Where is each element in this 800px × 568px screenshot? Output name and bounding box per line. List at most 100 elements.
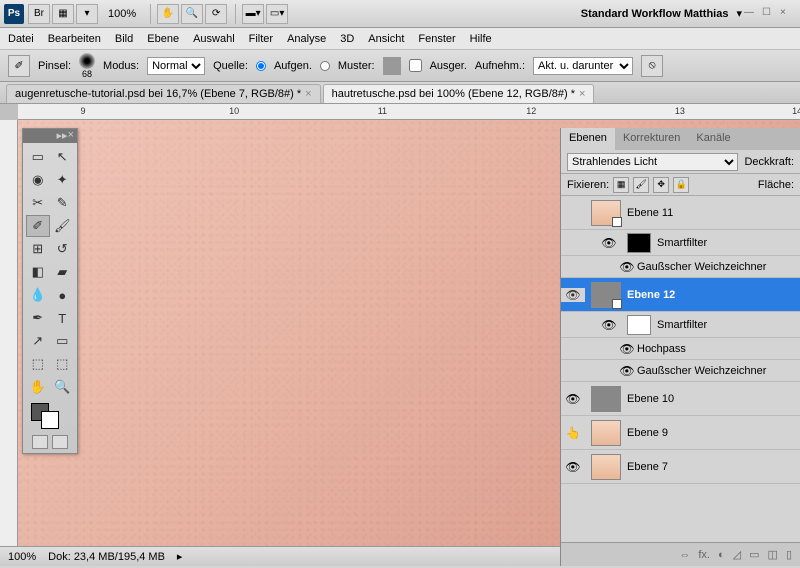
path-tool[interactable]: ↗ bbox=[26, 330, 50, 352]
menu-view[interactable]: Ansicht bbox=[368, 33, 404, 45]
fx-icon[interactable]: fx. bbox=[698, 549, 710, 561]
healing-brush-icon[interactable]: ✐ bbox=[8, 55, 30, 77]
bridge-button[interactable]: Br bbox=[28, 4, 50, 24]
layer-row[interactable]: 👆Ebene 9 bbox=[561, 416, 800, 450]
status-zoom[interactable]: 100% bbox=[8, 551, 36, 563]
minibridge-button[interactable]: ▦ bbox=[52, 4, 74, 24]
wand-tool[interactable]: ✦ bbox=[51, 169, 75, 191]
layer-row[interactable]: 👁Ebene 7 bbox=[561, 450, 800, 484]
layer-row-selected[interactable]: 👁Ebene 12 bbox=[561, 278, 800, 312]
tab-document-2[interactable]: hautretusche.psd bei 100% (Ebene 12, RGB… bbox=[323, 84, 595, 103]
source-sampled-radio[interactable] bbox=[256, 61, 266, 71]
blend-mode-select[interactable]: Strahlendes Licht bbox=[567, 153, 738, 171]
menu-help[interactable]: Hilfe bbox=[470, 33, 492, 45]
brush-preview[interactable] bbox=[79, 53, 95, 69]
menu-analysis[interactable]: Analyse bbox=[287, 33, 326, 45]
workspace-switcher[interactable]: Standard Workflow Matthias bbox=[581, 8, 729, 20]
tab-channels[interactable]: Kanäle bbox=[688, 128, 738, 150]
stamp-tool[interactable]: ⊞ bbox=[26, 238, 50, 260]
heal-tool[interactable]: ✐ bbox=[26, 215, 50, 237]
dodge-tool[interactable]: ● bbox=[51, 284, 75, 306]
menu-3d[interactable]: 3D bbox=[340, 33, 354, 45]
visibility-icon[interactable]: 👁 bbox=[561, 460, 585, 474]
mode-select[interactable]: Normal bbox=[147, 57, 205, 75]
visibility-icon[interactable]: 👁 bbox=[597, 236, 621, 250]
menu-layer[interactable]: Ebene bbox=[147, 33, 179, 45]
visibility-icon[interactable]: 👁 bbox=[617, 342, 637, 356]
visibility-icon[interactable]: 👆 bbox=[561, 426, 585, 440]
lasso-tool[interactable]: ◉ bbox=[26, 169, 50, 191]
menu-window[interactable]: Fenster bbox=[418, 33, 455, 45]
minimize-button[interactable]: — bbox=[744, 7, 760, 21]
lock-transparency-icon[interactable]: ▦ bbox=[613, 177, 629, 193]
pen-tool[interactable]: ✒ bbox=[26, 307, 50, 329]
arrange-button[interactable]: ▬▾ bbox=[242, 4, 264, 24]
tab-layers[interactable]: Ebenen bbox=[561, 128, 615, 150]
rotate-tool-shortcut[interactable]: ⟳ bbox=[205, 4, 227, 24]
marquee-tool[interactable]: ↖ bbox=[51, 146, 75, 168]
filter-row[interactable]: 👁Gaußscher Weichzeichner bbox=[561, 360, 800, 382]
gradient-tool[interactable]: ▰ bbox=[51, 261, 75, 283]
screenmode-button[interactable]: ▭▾ bbox=[266, 4, 288, 24]
shape-tool[interactable]: ▭ bbox=[51, 330, 75, 352]
tab-adjustments[interactable]: Korrekturen bbox=[615, 128, 688, 150]
blur-tool[interactable]: 💧 bbox=[26, 284, 50, 306]
zoom-tool-shortcut[interactable]: 🔍 bbox=[181, 4, 203, 24]
group-icon[interactable]: ▭ bbox=[749, 548, 759, 561]
zoom-level[interactable]: 100% bbox=[108, 8, 136, 20]
brush-tool[interactable]: 🖌 bbox=[51, 215, 75, 237]
layer-row[interactable]: Ebene 11 bbox=[561, 196, 800, 230]
pattern-swatch[interactable] bbox=[383, 57, 401, 75]
visibility-icon[interactable]: 👁 bbox=[561, 288, 585, 302]
source-pattern-radio[interactable] bbox=[320, 61, 330, 71]
3d-tool[interactable]: ⬚ bbox=[26, 353, 50, 375]
visibility-icon[interactable]: 👁 bbox=[561, 392, 585, 406]
link-layers-icon[interactable]: ⇔ bbox=[679, 549, 690, 561]
smartfilter-row[interactable]: 👁Smartfilter bbox=[561, 312, 800, 338]
3d-camera-tool[interactable]: ⬚ bbox=[51, 353, 75, 375]
visibility-icon[interactable]: 👁 bbox=[617, 364, 637, 378]
visibility-icon[interactable]: 👁 bbox=[597, 318, 621, 332]
workspace-dropdown-icon[interactable]: ▾ bbox=[736, 7, 742, 20]
color-swatches[interactable] bbox=[25, 403, 75, 433]
aligned-checkbox[interactable] bbox=[409, 59, 422, 72]
layer-row[interactable]: 👁Ebene 10 bbox=[561, 382, 800, 416]
lock-pixels-icon[interactable]: 🖌 bbox=[633, 177, 649, 193]
mask-icon[interactable]: ◐ bbox=[718, 549, 725, 561]
close-icon[interactable]: × bbox=[579, 88, 585, 100]
hand-tool[interactable]: ✋ bbox=[26, 376, 50, 398]
smartfilter-row[interactable]: 👁Smartfilter bbox=[561, 230, 800, 256]
standard-mode[interactable] bbox=[32, 435, 48, 449]
close-icon[interactable]: × bbox=[305, 88, 311, 100]
crop-tool[interactable]: ✂ bbox=[26, 192, 50, 214]
hand-tool-shortcut[interactable]: ✋ bbox=[157, 4, 179, 24]
history-brush-tool[interactable]: ↺ bbox=[51, 238, 75, 260]
tab-document-1[interactable]: augenretusche-tutorial.psd bei 16,7% (Eb… bbox=[6, 84, 321, 103]
menu-select[interactable]: Auswahl bbox=[193, 33, 235, 45]
filter-row[interactable]: 👁Gaußscher Weichzeichner bbox=[561, 256, 800, 278]
adjustment-icon[interactable]: ◿ bbox=[733, 548, 741, 561]
menu-edit[interactable]: Bearbeiten bbox=[48, 33, 101, 45]
trash-icon[interactable]: ▯ bbox=[786, 548, 792, 561]
status-arrow-icon[interactable]: ▸ bbox=[177, 550, 183, 563]
filter-row[interactable]: 👁Hochpass bbox=[561, 338, 800, 360]
menu-filter[interactable]: Filter bbox=[249, 33, 273, 45]
maximize-button[interactable]: ☐ bbox=[762, 7, 778, 21]
new-layer-icon[interactable]: ◫ bbox=[768, 548, 778, 561]
eraser-tool[interactable]: ◧ bbox=[26, 261, 50, 283]
ignore-adjustment-icon[interactable]: ⦸ bbox=[641, 55, 663, 77]
visibility-icon[interactable]: 👁 bbox=[617, 260, 637, 274]
zoom-tool[interactable]: 🔍 bbox=[51, 376, 75, 398]
viewextras-button[interactable]: ▾ bbox=[76, 4, 98, 24]
move-tool[interactable]: ▭ bbox=[26, 146, 50, 168]
lock-position-icon[interactable]: ✥ bbox=[653, 177, 669, 193]
quickmask-mode[interactable] bbox=[52, 435, 68, 449]
eyedropper-tool[interactable]: ✎ bbox=[51, 192, 75, 214]
close-button[interactable]: × bbox=[780, 7, 796, 21]
menu-image[interactable]: Bild bbox=[115, 33, 133, 45]
toolbox-header[interactable]: ▸▸× bbox=[23, 129, 77, 143]
lock-all-icon[interactable]: 🔒 bbox=[673, 177, 689, 193]
menu-file[interactable]: Datei bbox=[8, 33, 34, 45]
sample-select[interactable]: Akt. u. darunter bbox=[533, 57, 633, 75]
type-tool[interactable]: T bbox=[51, 307, 75, 329]
